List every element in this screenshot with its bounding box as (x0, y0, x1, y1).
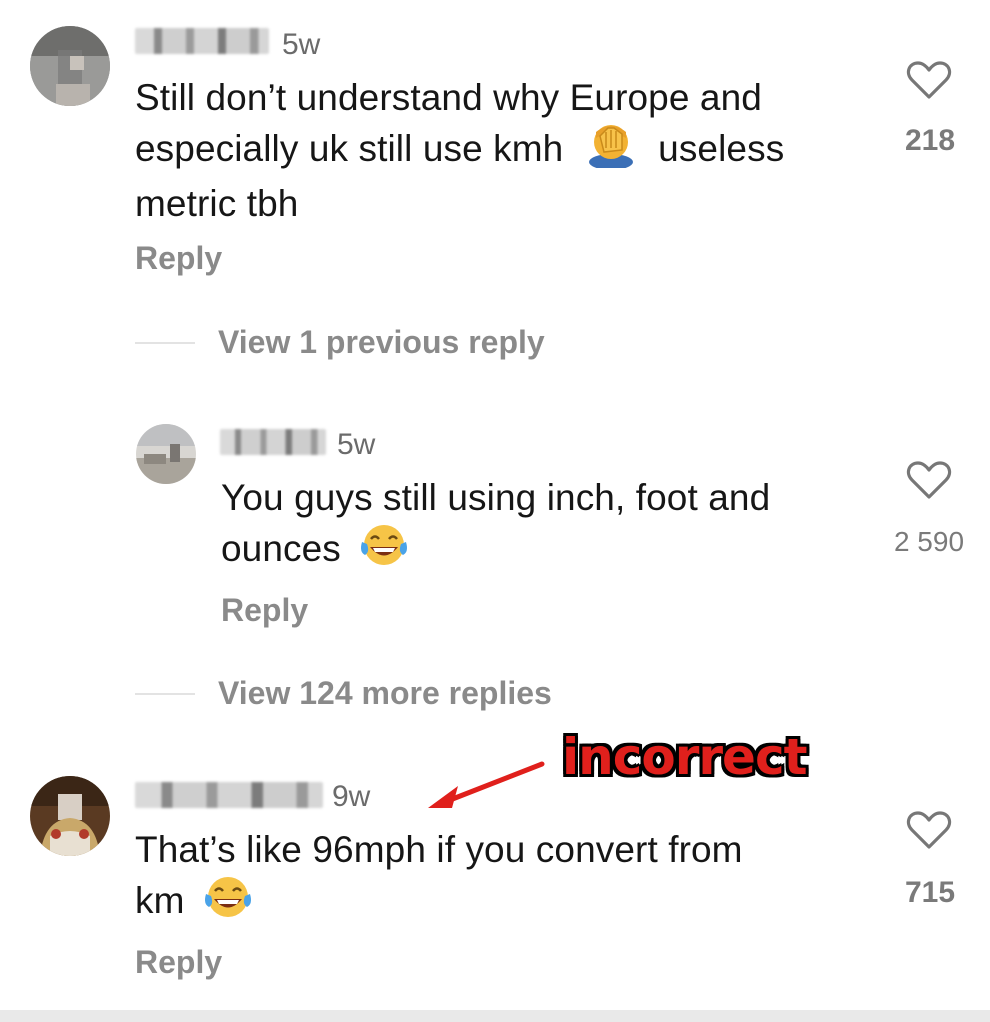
reply-button[interactable]: Reply (135, 944, 222, 981)
view-more-replies-button[interactable]: View 124 more replies (218, 675, 552, 712)
avatar[interactable] (136, 424, 196, 484)
annotation-label: incorrect (562, 728, 807, 786)
comment-text-line1: Still don’t understand why Europe and (135, 77, 762, 118)
comment-timestamp: 9w (332, 780, 371, 813)
comment-text: You guys still using inch, foot and ounc… (221, 474, 861, 580)
tears-of-joy-emoji (359, 522, 409, 580)
comment-timestamp: 5w (282, 28, 321, 61)
comment-text-line1: That’s like 96mph if you convert from (135, 829, 743, 870)
comment-text-line3: metric tbh (135, 183, 299, 224)
avatar-image (30, 26, 110, 106)
comment-text: Still don’t understand why Europe and es… (135, 74, 855, 228)
reply-button[interactable]: Reply (135, 240, 222, 277)
like-count: 218 (904, 124, 956, 157)
username-blurred[interactable] (220, 429, 326, 455)
like-count: 715 (904, 876, 956, 909)
annotation-arrow-icon (424, 756, 548, 817)
tears-of-joy-emoji (203, 874, 253, 932)
comment-text-line2: ounces (221, 522, 861, 580)
thread-divider (135, 342, 195, 344)
bottom-divider (0, 1010, 990, 1022)
avatar[interactable] (30, 776, 110, 856)
avatar[interactable] (30, 26, 110, 106)
heart-icon[interactable] (906, 810, 952, 850)
comment-text: That’s like 96mph if you convert from km (135, 826, 855, 932)
comment-text-line2: km (135, 874, 855, 932)
avatar-image (30, 776, 110, 856)
reply-button[interactable]: Reply (221, 592, 308, 629)
thread-divider (135, 693, 195, 695)
like-count: 2 590 (893, 526, 965, 557)
comment-timestamp: 5w (337, 428, 376, 461)
view-previous-replies-button[interactable]: View 1 previous reply (218, 324, 545, 361)
username-blurred[interactable] (135, 28, 269, 54)
username-blurred[interactable] (135, 782, 323, 808)
heart-icon[interactable] (906, 60, 952, 100)
comment-text-line2: especially uk still use kmh useless (135, 122, 855, 180)
avatar-image (136, 424, 196, 484)
face-palm-emoji (584, 122, 638, 180)
heart-icon[interactable] (906, 460, 952, 500)
comment-text-line1: You guys still using inch, foot and (221, 477, 771, 518)
